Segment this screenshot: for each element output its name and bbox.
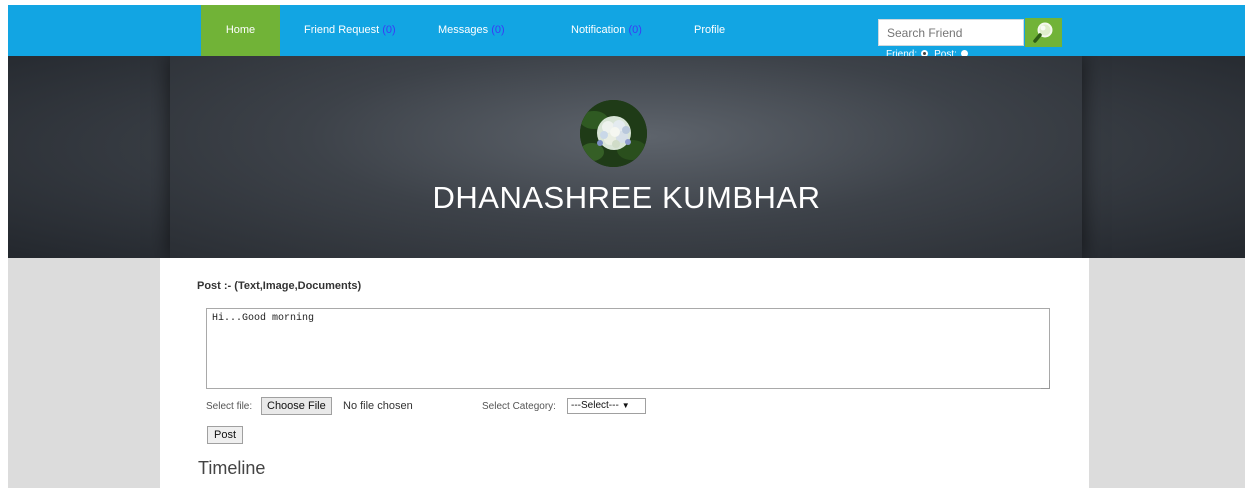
textarea-resize-handle[interactable]	[1041, 380, 1050, 389]
no-file-chosen-text: No file chosen	[343, 400, 413, 412]
select-file-label: Select file:	[206, 401, 253, 412]
post-heading: Post :- (Text,Image,Documents)	[197, 280, 362, 292]
friend-request-count: (0)	[382, 24, 396, 36]
nav-messages-label: Messages	[438, 24, 492, 36]
main-content: Post :- (Text,Image,Documents) Hi...Good…	[160, 258, 1089, 488]
top-nav-bar: Home Friend Request (0) Messages (0) Not…	[8, 5, 1245, 60]
search-button[interactable]	[1025, 18, 1062, 47]
nav-home[interactable]: Home	[201, 5, 280, 56]
nav-friend-request[interactable]: Friend Request (0)	[304, 5, 396, 56]
nav-notification-label: Notification	[571, 24, 629, 36]
post-button[interactable]: Post	[207, 426, 244, 444]
search-icon	[1033, 22, 1053, 43]
category-select[interactable]: ---Select--- ▼	[567, 398, 646, 414]
search-input[interactable]	[878, 19, 1024, 46]
nav-notification[interactable]: Notification (0)	[571, 5, 642, 56]
nav-messages[interactable]: Messages (0)	[438, 5, 505, 56]
choose-file-button[interactable]: Choose File	[261, 397, 332, 415]
select-category-label: Select Category:	[482, 401, 556, 412]
timeline-heading: Timeline	[198, 458, 266, 478]
messages-count: (0)	[491, 24, 505, 36]
dropdown-arrow-icon: ▼	[621, 401, 630, 410]
notification-count: (0)	[628, 24, 642, 36]
category-select-value: ---Select---	[571, 400, 619, 411]
profile-name: DHANASHREE KUMBHAR	[432, 180, 821, 215]
avatar[interactable]	[580, 100, 647, 167]
post-textarea[interactable]: Hi...Good morning	[206, 308, 1050, 389]
nav-profile[interactable]: Profile	[694, 5, 725, 56]
profile-banner: DHANASHREE KUMBHAR	[8, 56, 1245, 258]
nav-friend-request-label: Friend Request	[304, 24, 383, 36]
hydrangea-flower-photo	[580, 100, 647, 167]
